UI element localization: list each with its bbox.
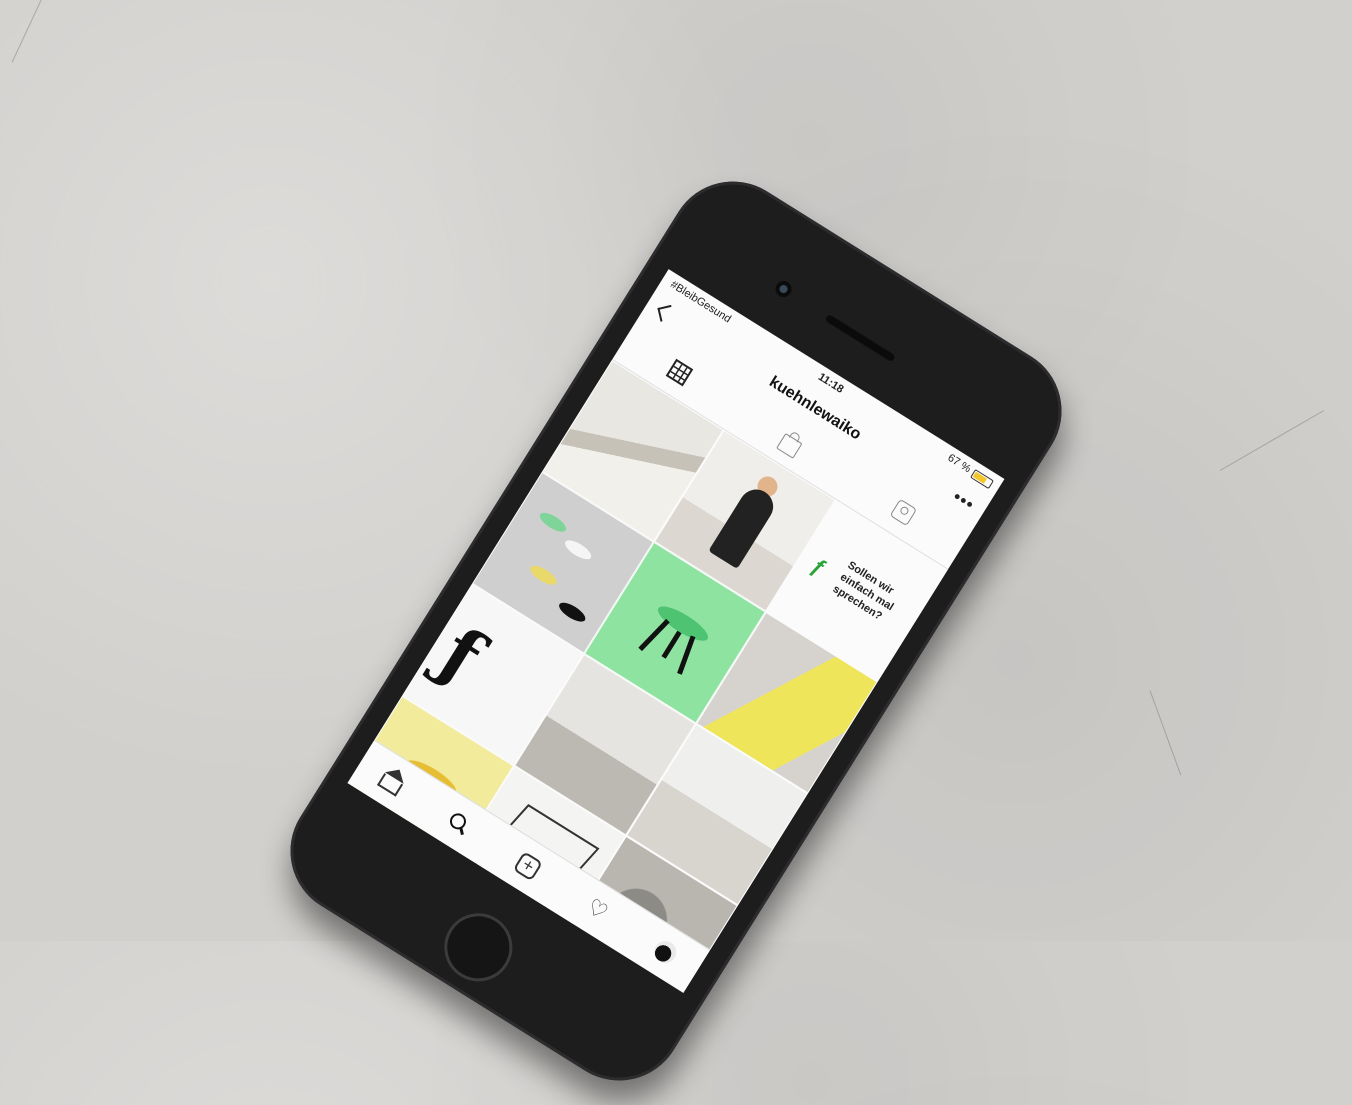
stool-black	[556, 599, 589, 626]
cta-text: Sollen wir einfach mal sprechen?	[830, 559, 896, 623]
grid-icon	[665, 358, 694, 387]
earpiece-speaker	[822, 312, 898, 365]
tab-grid[interactable]	[664, 358, 697, 392]
home-button[interactable]	[431, 900, 526, 995]
front-camera	[772, 278, 795, 301]
home-icon[interactable]	[376, 773, 404, 797]
tab-shop[interactable]	[776, 429, 809, 462]
search-icon[interactable]	[443, 808, 473, 838]
concrete-crack	[1149, 690, 1182, 776]
brand-logo-icon: ƒ	[807, 552, 831, 581]
stool-leg	[661, 630, 682, 659]
concrete-crack	[1219, 410, 1325, 471]
brand-logo-large: ƒ	[425, 610, 498, 699]
profile-avatar-icon[interactable]	[650, 936, 681, 968]
concrete-crack	[11, 0, 43, 63]
stool-yellow	[527, 562, 560, 589]
stool-white	[562, 536, 595, 563]
tagged-person-icon	[889, 498, 918, 527]
heart-icon[interactable]: ♡	[582, 893, 613, 925]
instagram-profile-screen: #BleibGesund 11:18 67 % kuehnlewaiko •••	[347, 269, 1005, 993]
add-post-icon[interactable]: +	[512, 851, 543, 882]
smartphone: #BleibGesund 11:18 67 % kuehnlewaiko •••	[266, 157, 1086, 1105]
stool-green	[537, 509, 569, 536]
stool-leg	[638, 618, 670, 652]
shopping-bag-icon	[776, 432, 803, 459]
stool-leg	[677, 635, 696, 675]
person-body	[708, 483, 780, 569]
tab-tagged[interactable]	[887, 498, 920, 532]
